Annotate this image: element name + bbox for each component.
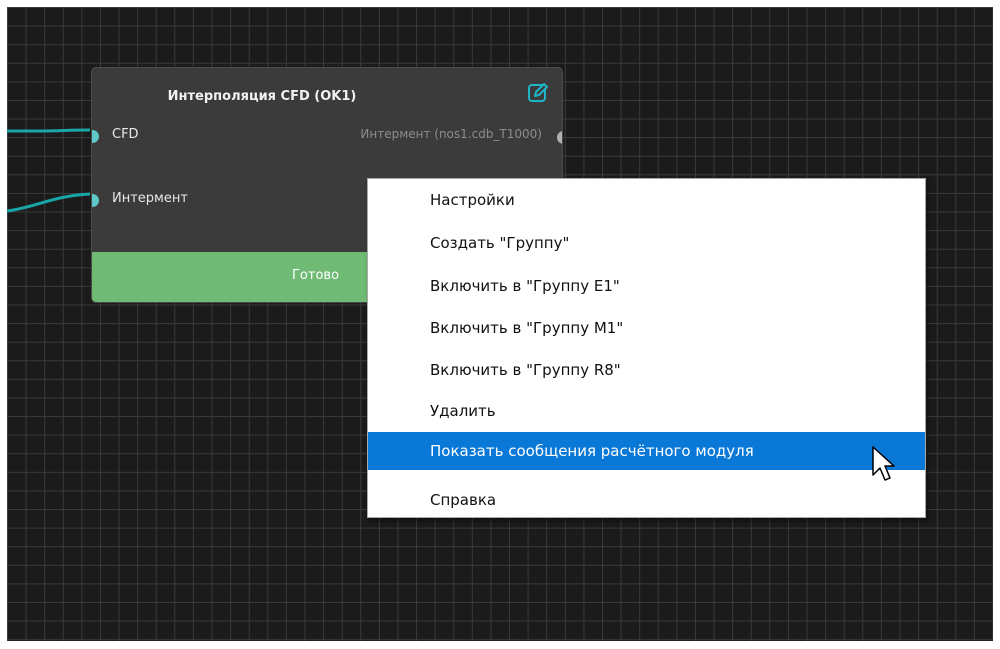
menu-item-help[interactable]: Справка — [368, 481, 925, 519]
input-label-interment: Интермент — [112, 191, 188, 206]
output-label: Интермент (nos1.cdb_T1000) — [360, 127, 542, 141]
menu-item-include-group-r8[interactable]: Включить в "Группу R8" — [368, 351, 925, 389]
context-menu: Настройки Создать "Группу" Включить в "Г… — [367, 178, 926, 518]
connection-wire-interment — [7, 192, 91, 213]
input-port-interment[interactable] — [92, 194, 99, 207]
menu-item-include-group-m1[interactable]: Включить в "Группу M1" — [368, 309, 925, 347]
menu-item-show-module-messages[interactable]: Показать сообщения расчётного модуля — [368, 432, 925, 470]
input-port-cfd[interactable] — [92, 130, 99, 143]
arrow-cursor-icon — [872, 446, 895, 481]
connection-wire-cfd — [7, 128, 91, 133]
node-status-label: Готово — [292, 268, 340, 283]
menu-item-include-group-e1[interactable]: Включить в "Группу E1" — [368, 267, 925, 305]
node-title: Интерполяция CFD (OK1) — [167, 89, 357, 104]
menu-item-create-group[interactable]: Создать "Группу" — [368, 224, 925, 262]
input-label-cfd: CFD — [112, 127, 139, 142]
edit-icon[interactable] — [527, 82, 549, 104]
menu-item-settings[interactable]: Настройки — [368, 181, 925, 219]
output-port[interactable] — [557, 131, 562, 144]
menu-item-delete[interactable]: Удалить — [368, 392, 925, 430]
